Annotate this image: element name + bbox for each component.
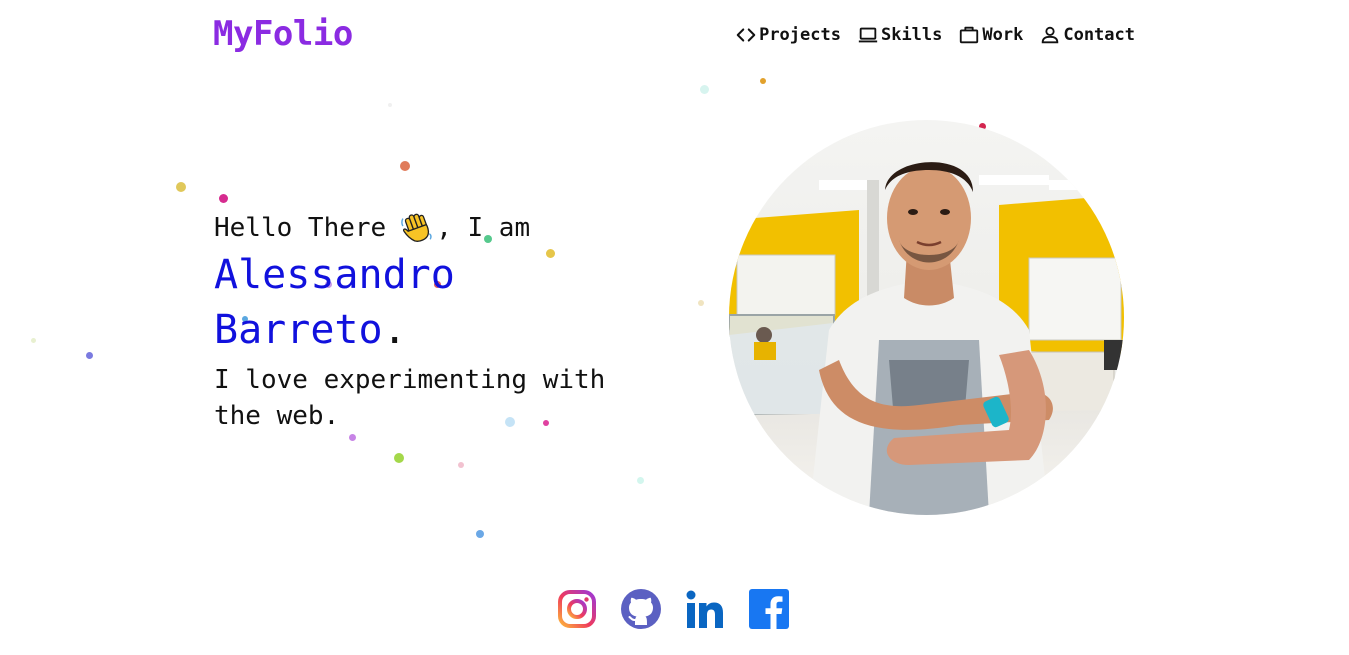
github-icon: [621, 589, 661, 629]
confetti-dot: [698, 300, 704, 306]
instagram-icon: [558, 590, 596, 628]
confetti-dot: [476, 530, 484, 538]
hero-name-line1: Alessandro: [214, 252, 455, 298]
confetti-dot: [176, 182, 186, 192]
facebook-icon: [749, 589, 789, 629]
nav-work-label: Work: [982, 25, 1024, 45]
nav-contact[interactable]: Contact: [1039, 24, 1135, 46]
confetti-dot: [637, 477, 644, 484]
main-nav: Projects Skills Work Contact: [735, 24, 1135, 46]
confetti-dot: [86, 352, 93, 359]
laptop-icon: [857, 24, 879, 46]
confetti-dot: [400, 161, 410, 171]
confetti-dot: [458, 462, 464, 468]
linkedin-link[interactable]: [685, 589, 725, 629]
greeting-text: Hello There: [214, 213, 387, 243]
code-icon: [735, 24, 757, 46]
nav-projects-label: Projects: [759, 25, 841, 45]
site-header: MyFolio Projects Skills Work Contact: [0, 0, 1349, 72]
waving-hand-icon: [400, 211, 434, 245]
site-logo[interactable]: MyFolio: [213, 14, 353, 54]
hero-greeting: Hello There , I am: [214, 208, 654, 248]
hero-name-surname: Barreto: [214, 307, 383, 353]
confetti-dot: [31, 338, 36, 343]
user-icon: [1039, 24, 1061, 46]
github-link[interactable]: [621, 589, 661, 629]
confetti-dot: [700, 85, 709, 94]
nav-skills-label: Skills: [880, 25, 943, 45]
briefcase-icon: [958, 24, 980, 46]
social-links: [557, 589, 789, 629]
linkedin-icon: [686, 590, 723, 628]
nav-contact-label: Contact: [1063, 25, 1135, 45]
facebook-link[interactable]: [749, 589, 789, 629]
confetti-dot: [349, 434, 356, 441]
confetti-dot: [394, 453, 404, 463]
confetti-dot: [388, 103, 392, 107]
instagram-link[interactable]: [557, 589, 597, 629]
nav-work[interactable]: Work: [958, 24, 1023, 46]
hero-name-dot: .: [382, 307, 407, 353]
confetti-dot: [760, 78, 766, 84]
confetti-dot: [219, 194, 228, 203]
greeting-suffix: , I am: [436, 213, 531, 243]
hero-intro: Hello There , I am Alessandro Barreto. I…: [214, 208, 654, 434]
hero-name-line2: Barreto.: [214, 303, 654, 358]
nav-skills[interactable]: Skills: [857, 24, 942, 46]
profile-photo: [729, 120, 1124, 515]
hero-tagline: I love experimenting with the web.: [214, 365, 606, 431]
nav-projects[interactable]: Projects: [735, 24, 841, 46]
